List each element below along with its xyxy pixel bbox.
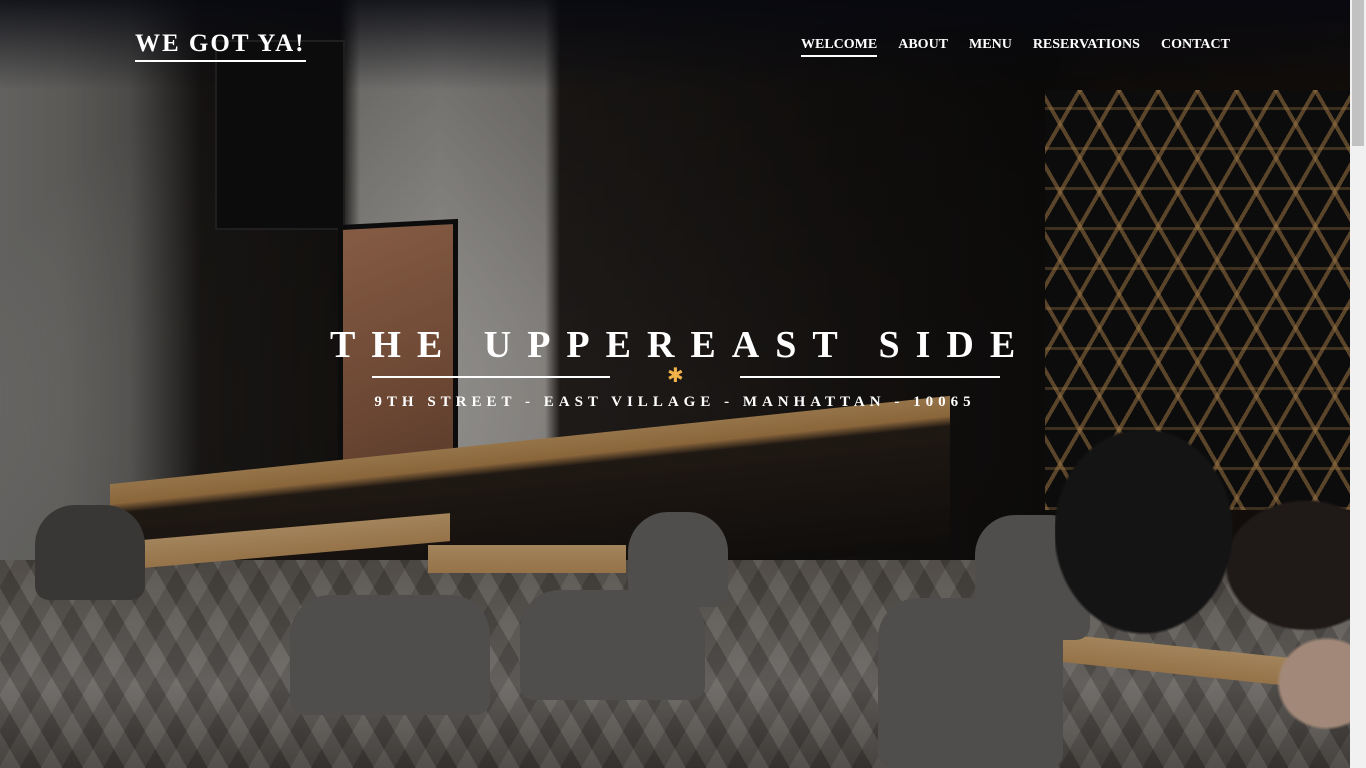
scrollbar-thumb[interactable]	[1352, 0, 1364, 146]
hero-address: 9TH STREET - EAST VILLAGE - MANHATTAN - …	[374, 394, 976, 410]
hero-title: THE UPPEREAST SIDE	[330, 324, 1032, 366]
nav-item-menu[interactable]: MENU	[969, 37, 1012, 57]
title-divider-left	[372, 376, 610, 378]
asterisk-ornament-icon: ✱	[667, 365, 684, 387]
title-divider-right	[740, 376, 1000, 378]
nav-item-contact[interactable]: CONTACT	[1161, 37, 1230, 57]
brand-logo-link[interactable]: WE GOT YA!	[135, 30, 306, 62]
main-nav: WELCOME ABOUT MENU RESERVATIONS CONTACT	[801, 37, 1230, 57]
nav-item-about[interactable]: ABOUT	[898, 37, 948, 57]
nav-item-reservations[interactable]: RESERVATIONS	[1033, 37, 1140, 57]
nav-item-welcome[interactable]: WELCOME	[801, 37, 878, 57]
